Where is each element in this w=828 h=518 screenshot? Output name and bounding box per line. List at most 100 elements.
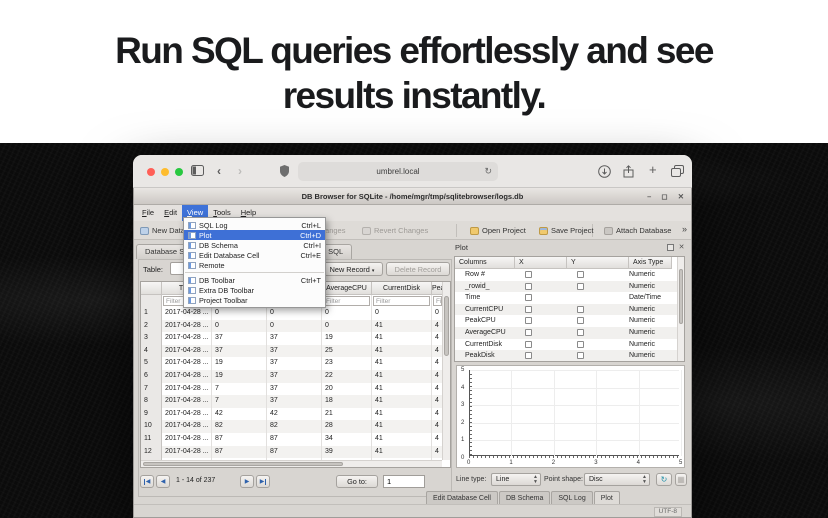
y-checkbox[interactable] [577,341,584,348]
corner-header[interactable] [141,282,162,295]
table-row[interactable]: 62017-04-28 ...193722414 [141,370,442,383]
table-row[interactable]: 122017-04-28 ...878739414 [141,446,442,459]
address-bar[interactable]: umbrel.local ↻ [298,162,498,181]
data-cell[interactable]: 37 [267,357,322,370]
plot-column-row[interactable]: _rowid_Numeric [455,281,677,293]
dock-tab-sql-log[interactable]: SQL Log [551,491,592,505]
row-number-cell[interactable]: 4 [141,345,162,358]
data-cell[interactable]: 0 [322,307,372,320]
dock-tab-db-schema[interactable]: DB Schema [499,491,550,505]
data-cell[interactable]: 28 [322,420,372,433]
dock-tab-plot[interactable]: Plot [594,491,620,505]
x-checkbox[interactable] [525,271,532,278]
data-cell[interactable]: 87 [267,433,322,446]
table-row[interactable]: 32017-04-28 ...373719414 [141,332,442,345]
sidebar-icon[interactable] [191,165,204,176]
data-cell[interactable]: 41 [372,433,432,446]
data-cell[interactable]: 2017-04-28 ... [162,408,212,421]
row-number-cell[interactable]: 8 [141,395,162,408]
data-cell[interactable]: 41 [372,320,432,333]
data-cell[interactable]: 87 [212,446,267,459]
table-horizontal-scrollbar[interactable] [141,460,442,467]
data-cell[interactable]: 42 [212,408,267,421]
data-cell[interactable]: 19 [212,370,267,383]
plot-column-row[interactable]: AverageCPUNumeric [455,327,677,339]
x-checkbox[interactable] [525,283,532,290]
data-cell[interactable]: 19 [322,332,372,345]
data-cell[interactable]: 4 [432,446,442,459]
data-cell[interactable]: 0 [372,307,432,320]
row-number-cell[interactable]: 6 [141,370,162,383]
row-number-cell[interactable]: 11 [141,433,162,446]
float-panel-icon[interactable] [667,244,674,251]
plot-column-header-y[interactable]: Y [567,257,629,269]
column-header-PeakDisk[interactable]: PeakDisk [432,282,442,295]
data-cell[interactable]: 0 [212,307,267,320]
data-cell[interactable]: 82 [267,420,322,433]
data-cell[interactable]: 4 [432,383,442,396]
reload-icon[interactable]: ↻ [484,162,492,181]
copy-plot-button[interactable]: ▦ [675,473,687,486]
data-cell[interactable]: 37 [267,395,322,408]
app-titlebar[interactable]: DB Browser for SQLite - /home/mgr/tmp/sq… [134,188,691,205]
row-number-cell[interactable]: 2 [141,320,162,333]
data-cell[interactable]: 41 [372,408,432,421]
data-cell[interactable]: 4 [432,320,442,333]
minimize-traffic-light[interactable] [161,168,169,176]
data-cell[interactable]: 87 [212,433,267,446]
save-plot-button[interactable]: ↻ [656,473,672,486]
data-cell[interactable]: 41 [372,370,432,383]
data-cell[interactable]: 4 [432,408,442,421]
y-checkbox[interactable] [577,271,584,278]
new-record-button[interactable]: New Record ▾ [321,262,383,276]
table-row[interactable]: 42017-04-28 ...373725414 [141,345,442,358]
data-cell[interactable]: 19 [212,357,267,370]
data-cell[interactable]: 82 [212,420,267,433]
data-cell[interactable]: 4 [432,370,442,383]
data-cell[interactable]: 4 [432,420,442,433]
data-cell[interactable]: 2017-04-28 ... [162,370,212,383]
filter-input[interactable]: Filter [323,296,370,306]
data-cell[interactable]: 2017-04-28 ... [162,357,212,370]
line-type-combo[interactable]: Line ▲▼ [491,473,541,486]
toolbar-overflow-icon[interactable]: » [682,224,687,234]
zoom-traffic-light[interactable] [175,168,183,176]
toolbar-open-project-button[interactable]: Open Project [470,224,526,237]
x-checkbox[interactable] [525,341,532,348]
y-checkbox[interactable] [577,317,584,324]
menubar-item-edit[interactable]: Edit [159,205,182,221]
back-button[interactable]: ‹ [217,164,221,178]
goto-input[interactable] [383,475,425,488]
data-cell[interactable]: 4 [432,332,442,345]
x-checkbox[interactable] [525,352,532,359]
data-cell[interactable]: 23 [322,357,372,370]
downloads-icon[interactable] [598,165,611,178]
close-traffic-light[interactable] [147,168,155,176]
next-record-button[interactable]: ▶ [240,475,254,488]
previous-record-button[interactable]: ◀ [156,475,170,488]
row-number-cell[interactable]: 3 [141,332,162,345]
last-record-button[interactable]: ▶ [256,475,270,488]
data-cell[interactable]: 87 [267,446,322,459]
data-cell[interactable]: 21 [322,408,372,421]
view-menu-item-db-schema[interactable]: DB SchemaCtrl+I [184,240,325,250]
plot-column-header-columns[interactable]: Columns [455,257,515,269]
data-cell[interactable]: 4 [432,345,442,358]
data-cell[interactable]: 41 [372,446,432,459]
data-cell[interactable]: 4 [432,357,442,370]
maximize-icon[interactable]: ◻ [661,192,667,201]
data-cell[interactable]: 0 [322,320,372,333]
plot-column-header-x[interactable]: X [515,257,567,269]
data-cell[interactable]: 41 [372,345,432,358]
data-cell[interactable]: 2017-04-28 ... [162,433,212,446]
column-header-CurrentDisk[interactable]: CurrentDisk [372,282,432,295]
toolbar-revert-changes-button[interactable]: Revert Changes [362,224,428,237]
plot-table-scrollbar[interactable] [677,257,684,361]
data-cell[interactable]: 2017-04-28 ... [162,320,212,333]
filter-input[interactable]: Filter [373,296,430,306]
y-checkbox[interactable] [577,306,584,313]
x-checkbox[interactable] [525,306,532,313]
data-cell[interactable]: 37 [267,332,322,345]
data-cell[interactable]: 4 [432,433,442,446]
data-cell[interactable]: 2017-04-28 ... [162,332,212,345]
